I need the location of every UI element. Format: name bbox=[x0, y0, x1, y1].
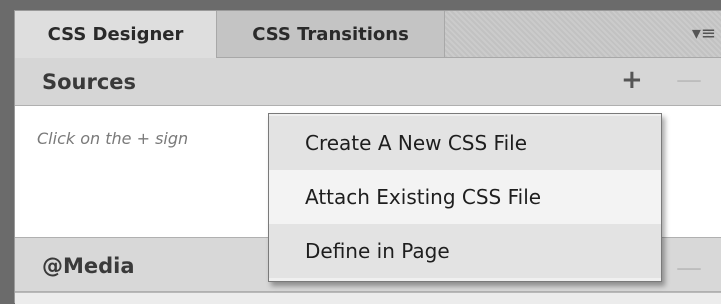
tab-bar: CSS Designer CSS Transitions ▾≡ bbox=[15, 11, 721, 58]
sources-title: Sources bbox=[42, 70, 137, 94]
add-source-button[interactable]: + bbox=[621, 65, 643, 95]
tab-bar-filler bbox=[445, 11, 721, 57]
selectors-header bbox=[15, 292, 721, 304]
sources-hint: Click on the + sign bbox=[37, 129, 189, 148]
remove-source-button[interactable]: — bbox=[676, 65, 702, 95]
menu-item-create-new-css-file[interactable]: Create A New CSS File bbox=[269, 116, 661, 170]
panel-menu-icon[interactable]: ▾≡ bbox=[692, 23, 716, 45]
menu-item-define-in-page[interactable]: Define in Page bbox=[269, 224, 661, 278]
tab-css-designer[interactable]: CSS Designer bbox=[15, 11, 217, 58]
menu-item-attach-existing-css-file[interactable]: Attach Existing CSS File bbox=[269, 170, 661, 224]
add-source-menu: Create A New CSS File Attach Existing CS… bbox=[268, 113, 662, 282]
media-title: @Media bbox=[42, 254, 135, 278]
sources-header: Sources + — bbox=[15, 58, 721, 106]
tab-css-transitions[interactable]: CSS Transitions bbox=[217, 11, 445, 57]
remove-media-button[interactable]: — bbox=[676, 253, 702, 283]
